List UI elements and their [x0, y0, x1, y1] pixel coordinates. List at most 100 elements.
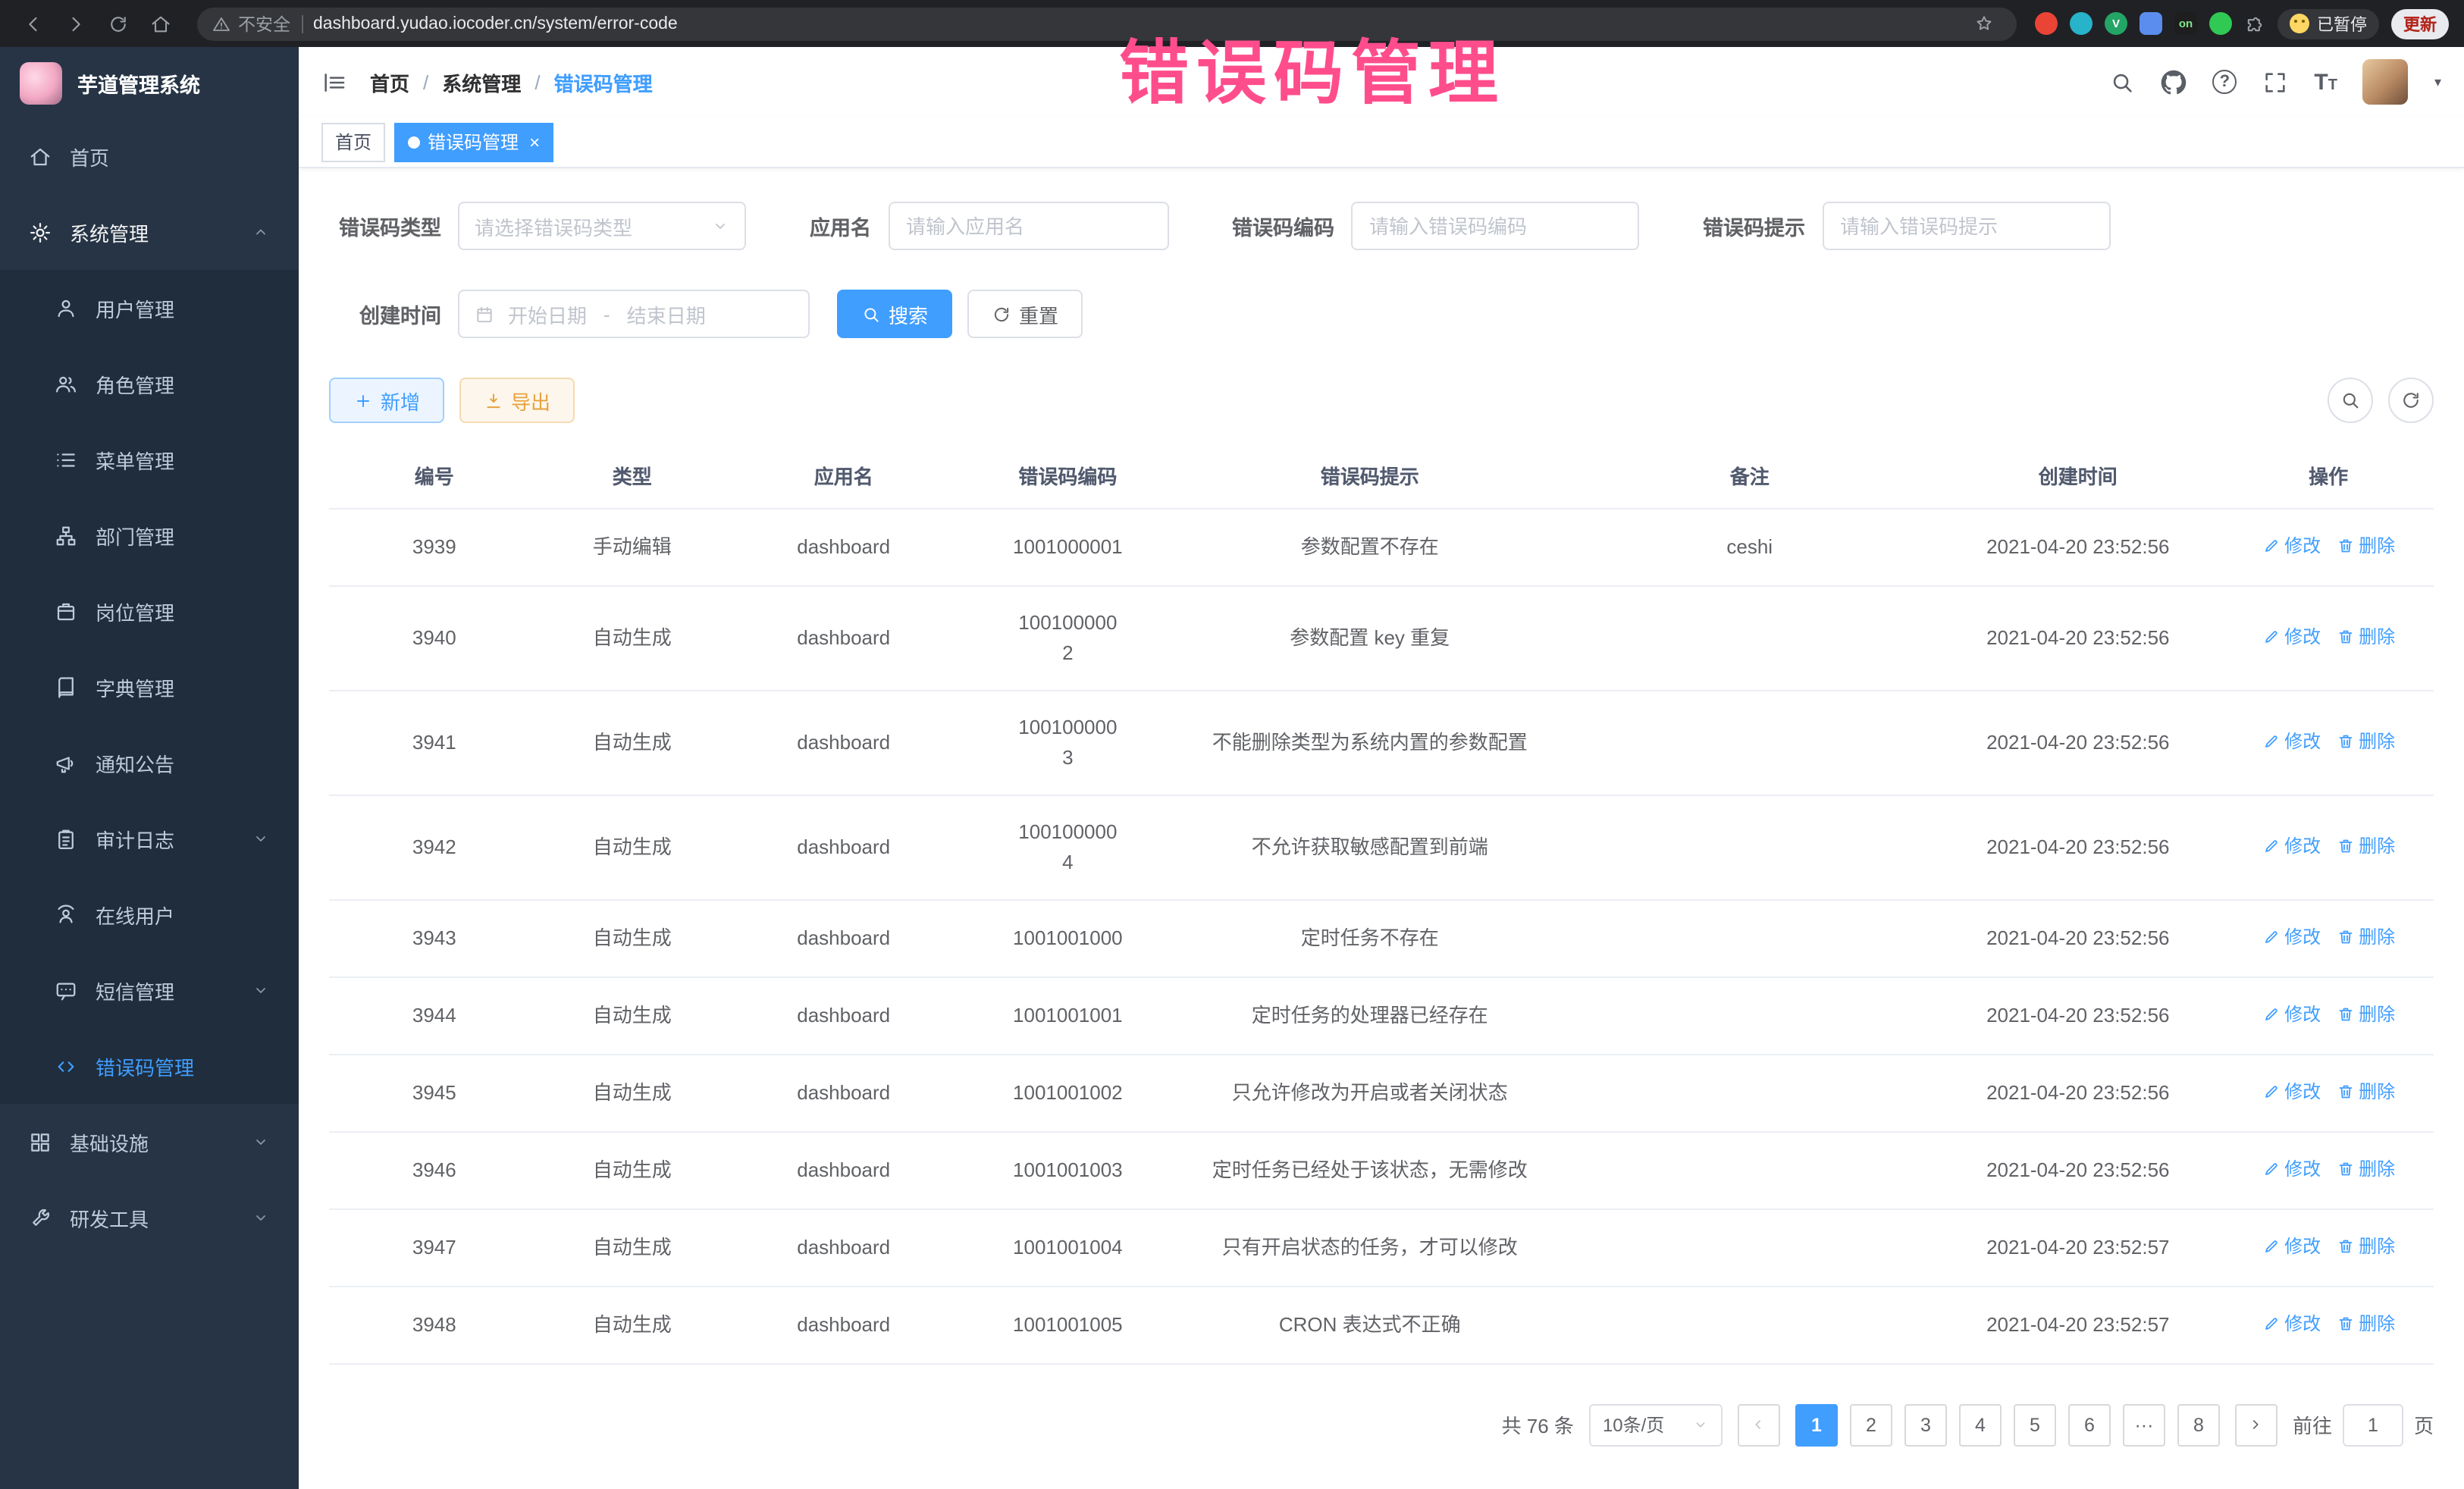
cell-type: 自动生成 [540, 1131, 725, 1208]
edit-link[interactable]: 修改 [2262, 998, 2321, 1029]
page-button-1[interactable]: 1 [1795, 1403, 1838, 1446]
show-search-button[interactable] [2328, 378, 2373, 423]
page-button-5[interactable]: 5 [2014, 1403, 2056, 1446]
date-range-picker[interactable]: 开始日期 - 结束日期 [458, 290, 810, 338]
page-button-8[interactable]: 8 [2177, 1403, 2220, 1446]
page-button-6[interactable]: 6 [2068, 1403, 2111, 1446]
delete-link[interactable]: 删除 [2336, 621, 2395, 651]
filter-error-type: 错误码类型 请选择错误码类型 [329, 202, 746, 250]
delete-link[interactable]: 删除 [2336, 1308, 2395, 1338]
logo-area[interactable]: 芋道管理系统 [0, 47, 299, 118]
cell-time: 2021-04-20 23:52:56 [1933, 1131, 2223, 1208]
sidebar-item-12[interactable]: 错误码管理 [0, 1028, 299, 1104]
github-icon[interactable] [2161, 69, 2187, 95]
goto-page-input[interactable] [2343, 1403, 2403, 1446]
sidebar-item-7[interactable]: 字典管理 [0, 649, 299, 725]
avatar[interactable] [2363, 59, 2409, 105]
reload-icon[interactable] [100, 5, 136, 42]
export-button[interactable]: 导出 [459, 378, 575, 423]
page-button-4[interactable]: 4 [1959, 1403, 2002, 1446]
breadcrumb-item-home[interactable]: 首页 [370, 67, 409, 96]
browser-home-icon[interactable] [143, 5, 179, 42]
profile-chip[interactable]: 已暂停 [2277, 8, 2379, 39]
chevron-down-icon[interactable]: ▾ [2434, 74, 2441, 90]
forward-icon[interactable] [58, 5, 94, 42]
cell-actions: 修改删除 [2223, 585, 2434, 690]
search-button[interactable]: 搜索 [837, 290, 952, 338]
edit-link[interactable]: 修改 [2262, 1076, 2321, 1106]
delete-link[interactable]: 删除 [2336, 921, 2395, 951]
delete-link[interactable]: 删除 [2336, 830, 2395, 860]
cell-actions: 修改删除 [2223, 976, 2434, 1054]
prev-page-button[interactable] [1738, 1403, 1780, 1446]
sidebar-item-6[interactable]: 岗位管理 [0, 573, 299, 649]
select-placeholder: 请选择错误码类型 [475, 212, 632, 240]
delete-link[interactable]: 删除 [2336, 530, 2395, 560]
refresh-table-button[interactable] [2388, 378, 2434, 423]
edit-link[interactable]: 修改 [2262, 830, 2321, 860]
sidebar-item-10[interactable]: 在线用户 [0, 876, 299, 952]
extension-icon-5[interactable]: on [2174, 12, 2197, 35]
extension-icon-2[interactable] [2070, 12, 2093, 35]
add-button[interactable]: 新增 [329, 378, 444, 423]
app-name-input[interactable] [888, 202, 1168, 250]
page-size-select[interactable]: 10条/页 [1589, 1403, 1723, 1446]
sidebar-item-8[interactable]: 通知公告 [0, 725, 299, 801]
extension-icon-3[interactable]: V [2105, 12, 2127, 35]
back-icon[interactable] [15, 5, 52, 42]
delete-link[interactable]: 删除 [2336, 1230, 2395, 1261]
sidebar-item-14[interactable]: 研发工具 [0, 1180, 299, 1255]
security-indicator[interactable]: 不安全 [212, 11, 290, 36]
sidebar-fold-icon[interactable] [321, 69, 347, 95]
delete-link[interactable]: 删除 [2336, 1076, 2395, 1106]
page-button-3[interactable]: 3 [1904, 1403, 1947, 1446]
extension-icon-1[interactable] [2035, 12, 2058, 35]
reset-button[interactable]: 重置 [967, 290, 1083, 338]
tab-0[interactable]: 首页 [321, 122, 385, 161]
extension-icon-6[interactable] [2209, 12, 2232, 35]
edit-link[interactable]: 修改 [2262, 530, 2321, 560]
sidebar-item-1[interactable]: 系统管理 [0, 194, 299, 270]
sidebar-item-3[interactable]: 角色管理 [0, 346, 299, 422]
page-ellipsis[interactable]: ··· [2123, 1403, 2165, 1446]
next-page-button[interactable] [2235, 1403, 2277, 1446]
edit-link[interactable]: 修改 [2262, 1153, 2321, 1183]
sidebar-item-13[interactable]: 基础设施 [0, 1104, 299, 1180]
sidebar-item-9[interactable]: 审计日志 [0, 801, 299, 876]
delete-link[interactable]: 删除 [2336, 726, 2395, 756]
delete-icon [2336, 1314, 2354, 1332]
delete-link[interactable]: 删除 [2336, 998, 2395, 1029]
sidebar-item-0[interactable]: 首页 [0, 118, 299, 194]
edit-link[interactable]: 修改 [2262, 1308, 2321, 1338]
update-button[interactable]: 更新 [2391, 8, 2449, 39]
edit-link[interactable]: 修改 [2262, 621, 2321, 651]
filter-error-msg: 错误码提示 [1703, 202, 2110, 250]
search-icon[interactable] [2109, 69, 2135, 95]
fullscreen-icon[interactable] [2262, 69, 2288, 95]
tab-1[interactable]: 错误码管理× [394, 122, 553, 161]
error-code-input[interactable] [1351, 202, 1639, 250]
column-header: 操作 [2223, 444, 2434, 508]
sidebar-item-5[interactable]: 部门管理 [0, 497, 299, 573]
delete-icon [2336, 1082, 2354, 1100]
extension-icon-4[interactable] [2140, 12, 2162, 35]
address-bar[interactable]: 不安全 dashboard.yudao.iocoder.cn/system/er… [197, 7, 2017, 40]
edit-link[interactable]: 修改 [2262, 921, 2321, 951]
extensions-puzzle-icon[interactable] [2244, 13, 2265, 34]
sidebar-item-2[interactable]: 用户管理 [0, 270, 299, 346]
error-type-select[interactable]: 请选择错误码类型 [458, 202, 746, 250]
breadcrumb-item-system[interactable]: 系统管理 [442, 67, 521, 96]
help-icon[interactable]: ? [2212, 70, 2237, 94]
error-msg-input[interactable] [1822, 202, 2110, 250]
edit-icon [2262, 1159, 2280, 1177]
cell-code: 1001001004 [963, 1208, 1174, 1286]
bookmark-star-icon[interactable] [1965, 5, 2002, 42]
sidebar-item-4[interactable]: 菜单管理 [0, 422, 299, 497]
edit-link[interactable]: 修改 [2262, 1230, 2321, 1261]
delete-link[interactable]: 删除 [2336, 1153, 2395, 1183]
close-icon[interactable]: × [529, 133, 540, 151]
sidebar-item-11[interactable]: 短信管理 [0, 952, 299, 1028]
edit-link[interactable]: 修改 [2262, 726, 2321, 756]
font-size-icon[interactable]: TT [2314, 69, 2337, 95]
page-button-2[interactable]: 2 [1850, 1403, 1892, 1446]
